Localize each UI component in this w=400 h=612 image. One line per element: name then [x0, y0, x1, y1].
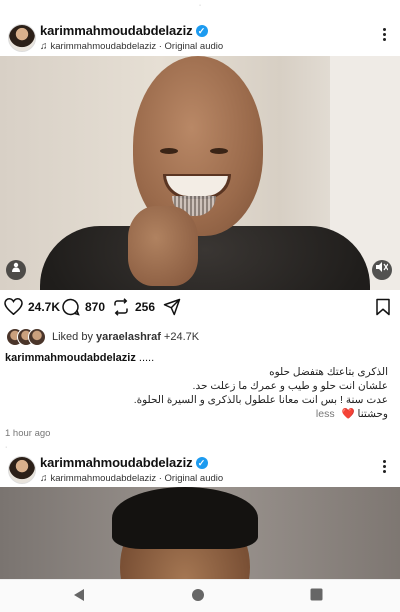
post-timestamp: 1 hour ago [5, 428, 51, 439]
top-separator: · [198, 2, 202, 9]
post-header: karimmahmoudabdelaziz ✓ ♫ karimmahmoudabde… [0, 16, 400, 60]
verified-badge-icon: ✓ [195, 457, 208, 469]
like-button[interactable]: 24.7K [4, 298, 60, 315]
comment-count: 870 [85, 300, 106, 314]
save-button[interactable] [375, 298, 396, 316]
username-text[interactable]: karimmahmoudabdelaziz [40, 23, 193, 38]
recents-icon[interactable] [310, 588, 323, 606]
caption-line: وحشتنا ❤️ less [88, 407, 388, 421]
liked-by-text[interactable]: Liked by yaraelashraf +24.7K [52, 331, 199, 343]
person-eye [160, 148, 178, 154]
avatar [28, 328, 46, 346]
username-text[interactable]: karimmahmoudabdelaziz [40, 455, 193, 470]
audio-link[interactable]: ♫ karimmahmoudabdelaziz · Original audio [40, 41, 223, 52]
audio-link[interactable]: ♫ karimmahmoudabdelaziz · Original audio [40, 473, 223, 484]
audio-text[interactable]: karimmahmoudabdelaziz · Original audio [51, 473, 224, 484]
avatar[interactable] [8, 456, 36, 484]
comment-icon [62, 298, 80, 316]
caption-ellipsis: ..... [135, 352, 155, 364]
username[interactable]: karimmahmoudabdelaziz ✓ [40, 455, 208, 470]
caption-header: karimmahmoudabdelaziz ..... [5, 352, 154, 364]
caption-line: عدت سنة ! بس انت معانا علطول بالذكرى و ا… [133, 394, 388, 406]
liked-by-count: +24.7K [160, 331, 200, 343]
more-icon[interactable] [380, 26, 388, 43]
repost-count: 256 [135, 300, 156, 314]
verified-badge-icon: ✓ [195, 25, 208, 37]
liked-by-user[interactable]: yaraelashraf [96, 331, 161, 343]
comment-button[interactable]: 870 [62, 298, 105, 316]
action-bar: 24.7K 870 256 [0, 298, 400, 322]
person-hand [128, 206, 198, 286]
username[interactable]: karimmahmoudabdelaziz ✓ [40, 23, 208, 38]
person-icon[interactable] [6, 260, 26, 280]
caption-line: علشان انت حلو و طيب و عمرك ما زعلت حد. [192, 380, 388, 392]
repost-button[interactable]: 256 [112, 298, 155, 316]
post-video[interactable] [0, 56, 400, 290]
caption-text: الذكرى بتاعتك هتفضل حلوه علشان انت حلو و… [88, 365, 388, 421]
send-icon [163, 298, 181, 316]
heart-icon [4, 298, 23, 315]
post-video[interactable] [0, 487, 400, 579]
caption-line: الذكرى بتاعتك هتفضل حلوه [269, 366, 388, 378]
caption-username[interactable]: karimmahmoudabdelaziz [5, 352, 136, 364]
heart-emoji: ❤️ [341, 408, 355, 420]
liked-by-row[interactable]: Liked by yaraelashraf +24.7K [0, 328, 400, 348]
post-header: karimmahmoudabdelaziz ✓ ♫ karimmahmoudabde… [0, 448, 400, 492]
caption-line-text: وحشتنا [357, 408, 388, 420]
back-icon[interactable] [72, 588, 86, 607]
audio-text[interactable]: karimmahmoudabdelaziz · Original audio [51, 41, 224, 52]
liked-by-prefix: Liked by [52, 331, 97, 343]
music-note-icon: ♫ [40, 41, 48, 52]
more-icon[interactable] [380, 458, 388, 475]
share-button[interactable] [163, 298, 186, 316]
home-icon[interactable] [191, 588, 205, 607]
bookmark-icon [376, 298, 390, 316]
repost-icon [114, 298, 128, 316]
speaker-icon[interactable] [372, 260, 392, 280]
system-nav-bar [0, 579, 400, 612]
avatar[interactable] [8, 24, 36, 52]
less-link[interactable]: less [316, 408, 335, 420]
person-hair [112, 487, 258, 549]
like-count: 24.7K [28, 299, 61, 314]
person-eye [210, 148, 228, 154]
music-note-icon: ♫ [40, 473, 48, 484]
